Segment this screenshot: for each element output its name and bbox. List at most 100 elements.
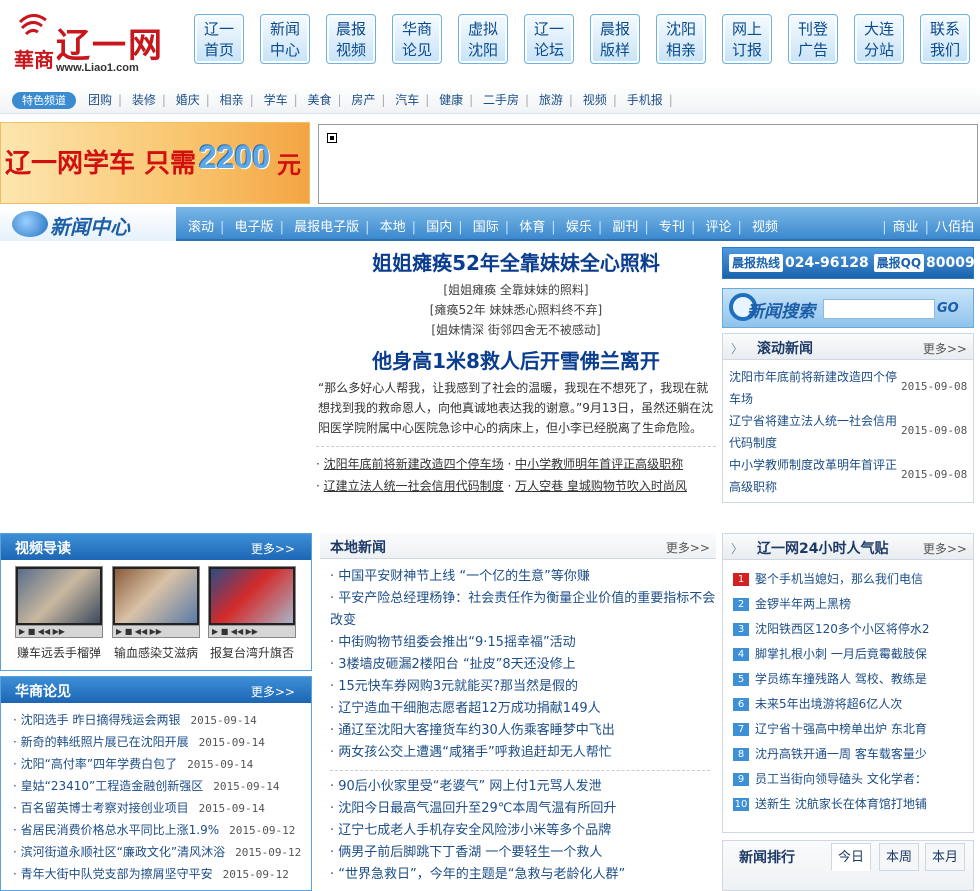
- news-center-right-links: | 商业 | 八佰拍: [882, 220, 974, 235]
- nav-dating[interactable]: 沈阳 相亲: [656, 14, 706, 64]
- channel-link[interactable]: 手机报: [627, 93, 663, 107]
- video-caption[interactable]: 输血感染艾滋病: [108, 644, 204, 661]
- list-item: · 沈阳选手 昨日摘得残运会两银 2015-09-14: [13, 713, 257, 727]
- channel-link[interactable]: 健康: [439, 93, 463, 107]
- rolling-news-item[interactable]: 沈阳市年底前将新建改造四个停车场: [729, 366, 899, 410]
- channel-link[interactable]: 学车: [264, 93, 288, 107]
- video-controls: ▶ ■ ◀◀ ▶▶: [209, 625, 295, 637]
- nav-home[interactable]: 辽一 首页: [194, 14, 244, 64]
- channel-link[interactable]: 婚庆: [176, 93, 200, 107]
- news-center-bar: 新闻中心 滚动 | 电子版 | 晨报电子版 | 本地 | 国内 | 国际 | 体育 | 娱乐 |…: [0, 207, 980, 241]
- list-item: · 百名留英博士考察对接创业项目 2015-09-14: [13, 801, 265, 815]
- headline-links-row: · 沈阳年底前将新建改造四个停车场 · 中小学教师明年首评正高级职称: [316, 457, 684, 471]
- list-item: · “世界急救日”，今年的主题是“急救与老龄化人群”: [330, 867, 626, 882]
- tab-month[interactable]: 本月: [925, 843, 965, 871]
- news-center-links: 滚动 | 电子版 | 晨报电子版 | 本地 | 国内 | 国际 | 体育 | 娱乐 | 副刊 | …: [188, 220, 779, 235]
- headline-link[interactable]: 中小学教师明年首评正高级职称: [515, 457, 683, 471]
- news-link[interactable]: 体育: [519, 220, 545, 235]
- site-logo[interactable]: 華商 辽一网 www.Liao1.com: [12, 12, 182, 74]
- list-item: · 沈阳“高付率”四年学费白包了 2015-09-14: [13, 757, 254, 771]
- news-link[interactable]: 娱乐: [566, 220, 592, 235]
- nav-advertise[interactable]: 刊登 广告: [788, 14, 838, 64]
- channel-link[interactable]: 美食: [307, 93, 331, 107]
- list-item: 4 脚掌扎根小刺 一月后竟霉截肢保: [733, 645, 927, 662]
- nav-opinion[interactable]: 华商 论见: [392, 14, 442, 64]
- list-item: · 新奇的韩纸照片展已在沈阳开展 2015-09-14: [13, 735, 265, 749]
- channel-link[interactable]: 装修: [132, 93, 156, 107]
- news-link[interactable]: 评论: [705, 220, 731, 235]
- logo-url: www.Liao1.com: [56, 62, 139, 74]
- channel-link[interactable]: 视频: [583, 93, 607, 107]
- news-link[interactable]: 本地: [380, 220, 406, 235]
- tab-week[interactable]: 本周: [879, 843, 919, 871]
- headline-link[interactable]: 沈阳年底前将新建改造四个停车场: [324, 457, 504, 471]
- headline-link[interactable]: 万人空巷 皇城购物节吹入时尚风: [515, 479, 687, 493]
- video-thumbnail[interactable]: ▶ ■ ◀◀ ▶▶: [208, 566, 296, 638]
- rolling-news-item[interactable]: 中小学教师制度改革明年首评正高级职称: [729, 454, 899, 498]
- channel-link[interactable]: 团购: [88, 93, 112, 107]
- nav-layout[interactable]: 晨报 版样: [590, 14, 640, 64]
- headline-sub[interactable]: [姐妹情深 街邻四舍无不被感动]: [316, 320, 716, 340]
- nav-news-center[interactable]: 新闻 中心: [260, 14, 310, 64]
- ranking-title: 新闻排行: [739, 850, 795, 866]
- list-item: 1 娶个手机当媳妇，那么我们电信: [733, 570, 923, 587]
- news-link-babaipai[interactable]: 八佰拍: [935, 220, 974, 235]
- nav-virtual-shenyang[interactable]: 虚拟 沈阳: [458, 14, 508, 64]
- broken-image-icon: [327, 133, 337, 143]
- headline-2[interactable]: 他身高1米8救人后开雪佛兰离开: [316, 344, 716, 378]
- news-link[interactable]: 国内: [426, 220, 452, 235]
- news-ranking-panel: 新闻排行 今日 本周 本月: [722, 840, 974, 891]
- headline-sub[interactable]: [姐姐瘫痪 全靠妹妹的照料]: [316, 280, 716, 300]
- video-thumbnail[interactable]: ▶ ■ ◀◀ ▶▶: [112, 566, 200, 638]
- rolling-news-item[interactable]: 辽宁省将建立法人统一社会信用代码制度: [729, 410, 899, 454]
- headline-sub[interactable]: [瘫痪52年 妹妹悉心照料终不弃]: [316, 300, 716, 320]
- chevron-right-icon: 〉: [731, 342, 744, 356]
- nav-dalian[interactable]: 大连 分站: [854, 14, 904, 64]
- more-link[interactable]: 更多>>: [666, 539, 710, 556]
- channel-links: 团购 | 装修 | 婚庆 | 相亲 | 学车 | 美食 | 房产 | 汽车 | 健康 | 二手房 |…: [88, 93, 673, 107]
- headline-1[interactable]: 姐姐瘫痪52年全靠妹妹全心照料: [316, 246, 716, 280]
- hotline-label: 晨报热线: [729, 254, 784, 272]
- news-link[interactable]: 专刊: [659, 220, 685, 235]
- list-item: · 沈阳今日最高气温回升至29℃本周气温有所回升: [330, 801, 617, 816]
- driving-school-banner[interactable]: 辽一网学车 只需 2200 元: [0, 122, 310, 204]
- search-go-button[interactable]: GO: [937, 299, 967, 319]
- nav-contact[interactable]: 联系 我们: [920, 14, 970, 64]
- video-thumbnail[interactable]: ▶ ■ ◀◀ ▶▶: [15, 566, 103, 638]
- tab-today[interactable]: 今日: [831, 843, 871, 871]
- news-link[interactable]: 电子版: [235, 220, 274, 235]
- more-link[interactable]: 更多>>: [251, 540, 295, 557]
- local-news-panel: 本地新闻 更多>> · 中国平安财神节上线 “一个亿的生意”等你赚 · 平安产险…: [320, 533, 716, 891]
- news-link[interactable]: 晨报电子版: [294, 220, 359, 235]
- news-center-logo[interactable]: 新闻中心: [0, 207, 176, 241]
- more-link[interactable]: 更多>>: [251, 683, 295, 700]
- headline-link[interactable]: 辽建立法人统一社会信用代码制度: [324, 479, 504, 493]
- list-item: 10 送新生 沈航家长在体育馆打地铺: [733, 797, 927, 811]
- globe-icon: [12, 211, 48, 237]
- news-link-business[interactable]: 商业: [893, 220, 919, 235]
- more-link[interactable]: 更多>>: [923, 540, 967, 557]
- news-link[interactable]: 视频: [752, 220, 778, 235]
- channel-link[interactable]: 汽车: [395, 93, 419, 107]
- nav-subscribe[interactable]: 网上 订报: [722, 14, 772, 64]
- channel-link[interactable]: 二手房: [483, 93, 519, 107]
- news-link[interactable]: 副刊: [612, 220, 638, 235]
- list-item: · 中街购物节组委会推出“9·15摇幸福”活动: [330, 635, 576, 650]
- list-item: 2 金锣半年两上黑榜: [733, 595, 851, 612]
- nav-video[interactable]: 晨报 视频: [326, 14, 376, 64]
- nav-forum[interactable]: 辽一 论坛: [524, 14, 574, 64]
- news-link[interactable]: 滚动: [188, 220, 214, 235]
- more-link[interactable]: 更多>>: [923, 340, 967, 357]
- channel-link[interactable]: 相亲: [220, 93, 244, 107]
- list-item: 9 员工当街向领导磕头 文化学者：: [733, 770, 927, 787]
- channel-link[interactable]: 旅游: [539, 93, 563, 107]
- video-caption[interactable]: 赚车远丢手榴弹: [11, 644, 107, 661]
- search-input[interactable]: [823, 299, 935, 319]
- list-item: 6 未来5年出境游将超6亿人次: [733, 695, 902, 712]
- channel-link[interactable]: 房产: [351, 93, 375, 107]
- news-link[interactable]: 国际: [473, 220, 499, 235]
- video-caption[interactable]: 报复台湾升旗否: [204, 644, 300, 661]
- list-item: · 青年大街中队党支部为擦屑坚守平安 2015-09-12: [13, 867, 289, 881]
- hotline-banner[interactable]: 晨报热线024-96128 晨报QQ800096128: [722, 247, 980, 279]
- panel-header: 〉 辽一网24小时人气贴 更多>>: [723, 534, 973, 560]
